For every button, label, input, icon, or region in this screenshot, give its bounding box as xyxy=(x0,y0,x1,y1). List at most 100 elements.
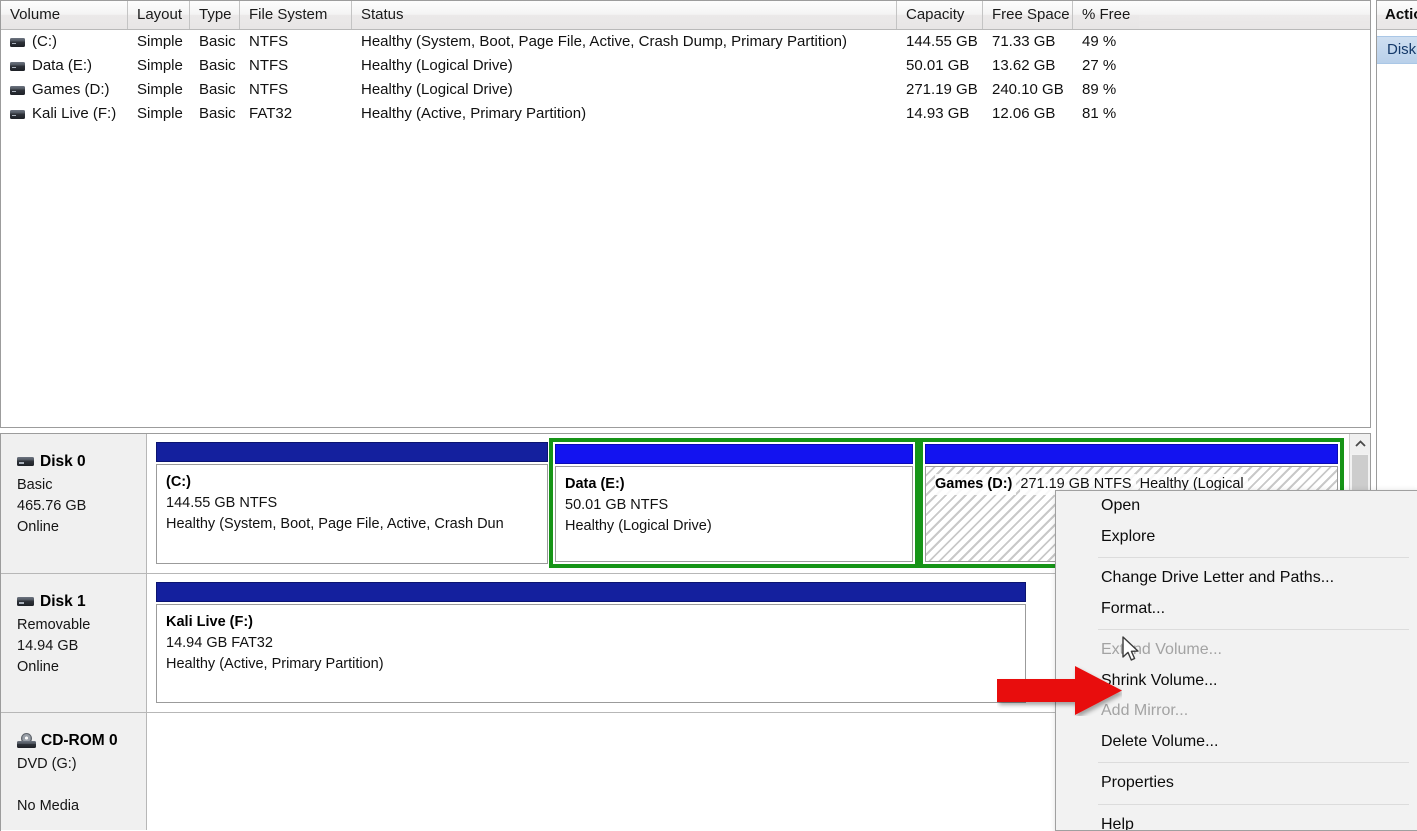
context-menu: Open Explore Change Drive Letter and Pat… xyxy=(1055,490,1417,831)
drive-icon xyxy=(10,109,25,119)
menu-item-shrink-volume[interactable]: Shrink Volume... xyxy=(1056,666,1417,697)
disk-info-disk1[interactable]: Disk 1 Removable 14.94 GB Online xyxy=(1,574,147,712)
cell-volume: (C:) xyxy=(32,33,57,50)
cell-capacity: 271.19 GB xyxy=(906,81,978,98)
column-header-capacity[interactable]: Capacity xyxy=(897,1,983,29)
partition-capacity-bar xyxy=(156,442,548,462)
column-header-type[interactable]: Type xyxy=(190,1,240,29)
menu-separator xyxy=(1098,803,1409,805)
cell-volume: Games (D:) xyxy=(32,81,110,98)
partition-capacity-bar xyxy=(925,444,1338,464)
actions-item-disk-management[interactable]: Disk xyxy=(1377,36,1417,64)
partition-block-data[interactable]: Data (E:) 50.01 GB NTFS Healthy (Logical… xyxy=(555,444,913,562)
chevron-up-icon xyxy=(1354,440,1366,447)
drive-icon xyxy=(10,37,25,47)
cdrom-icon xyxy=(17,733,37,748)
column-header-free-space[interactable]: Free Space xyxy=(983,1,1073,29)
cell-free-space: 71.33 GB xyxy=(992,33,1056,50)
partition-details: Kali Live (F:) 14.94 GB FAT32 Healthy (A… xyxy=(156,604,1026,703)
cell-layout: Simple xyxy=(137,105,183,122)
disk-type: Basic xyxy=(17,477,53,493)
disk-name: Disk 1 xyxy=(40,593,86,610)
table-row[interactable]: Games (D:) Simple Basic NTFS Healthy (Lo… xyxy=(1,78,1370,102)
table-row[interactable]: Kali Live (F:) Simple Basic FAT32 Health… xyxy=(1,102,1370,126)
partition-size-fs: 144.55 GB NTFS xyxy=(166,495,278,511)
cell-free-space: 13.62 GB xyxy=(992,57,1056,74)
partition-name: Data (E:) xyxy=(565,476,625,492)
cell-layout: Simple xyxy=(137,33,183,50)
disk-name: CD-ROM 0 xyxy=(41,732,118,749)
volume-list-pane: Volume Layout Type File System Status Ca… xyxy=(0,0,1371,428)
disk-capacity: 465.76 GB xyxy=(17,498,87,514)
cell-file-system: FAT32 xyxy=(249,105,293,122)
column-header-layout[interactable]: Layout xyxy=(128,1,190,29)
partition-size-fs: 14.94 GB FAT32 xyxy=(166,635,273,651)
partition-name: Games (D:) xyxy=(935,474,1017,495)
cell-percent-free: 89 % xyxy=(1082,81,1117,98)
cell-capacity: 14.93 GB xyxy=(906,105,970,122)
cell-type: Basic xyxy=(199,105,236,122)
cell-status: Healthy (Logical Drive) xyxy=(361,81,513,98)
cell-volume: Data (E:) xyxy=(32,57,93,74)
cell-type: Basic xyxy=(199,57,236,74)
partition-name: Kali Live (F:) xyxy=(166,614,254,630)
disk-state: Online xyxy=(17,519,59,535)
table-row[interactable]: Data (E:) Simple Basic NTFS Healthy (Log… xyxy=(1,54,1370,78)
partition-capacity-bar xyxy=(555,444,913,464)
partition-status: Healthy (System, Boot, Page File, Active… xyxy=(166,516,504,532)
drive-icon xyxy=(10,85,25,95)
volume-list-body: (C:) Simple Basic NTFS Healthy (System, … xyxy=(1,30,1370,427)
disk-info-disk0[interactable]: Disk 0 Basic 465.76 GB Online xyxy=(1,434,147,573)
menu-separator xyxy=(1098,629,1409,630)
partition-status: Healthy (Logical Drive) xyxy=(565,518,712,534)
partition-details: Data (E:) 50.01 GB NTFS Healthy (Logical… xyxy=(555,466,913,562)
partition-block-kali[interactable]: Kali Live (F:) 14.94 GB FAT32 Healthy (A… xyxy=(156,582,1026,703)
disk-management-window: Volume Layout Type File System Status Ca… xyxy=(0,0,1417,831)
disk-state: Online xyxy=(17,659,59,675)
menu-item-change-drive-letter-and-paths[interactable]: Change Drive Letter and Paths... xyxy=(1056,563,1417,594)
cell-percent-free: 81 % xyxy=(1082,105,1117,122)
cell-status: Healthy (Active, Primary Partition) xyxy=(361,105,587,122)
menu-item-delete-volume[interactable]: Delete Volume... xyxy=(1056,727,1417,758)
partition-details: (C:) 144.55 GB NTFS Healthy (System, Boo… xyxy=(156,464,548,564)
cell-status: Healthy (Logical Drive) xyxy=(361,57,513,74)
partition-name: (C:) xyxy=(166,474,191,490)
cell-type: Basic xyxy=(199,33,236,50)
partition-size-fs: 50.01 GB NTFS xyxy=(565,497,669,513)
drive-icon xyxy=(10,61,25,71)
cell-layout: Simple xyxy=(137,81,183,98)
cell-free-space: 12.06 GB xyxy=(992,105,1056,122)
disk-type: DVD (G:) xyxy=(17,756,77,772)
table-row[interactable]: (C:) Simple Basic NTFS Healthy (System, … xyxy=(1,30,1370,54)
menu-item-add-mirror: Add Mirror... xyxy=(1101,702,1189,719)
column-header-status[interactable]: Status xyxy=(352,1,897,29)
partition-capacity-bar xyxy=(156,582,1026,602)
volume-list-header: Volume Layout Type File System Status Ca… xyxy=(1,1,1370,30)
cell-free-space: 240.10 GB xyxy=(992,81,1064,98)
cell-file-system: NTFS xyxy=(249,81,289,98)
column-header-percent-free[interactable]: % Free xyxy=(1073,1,1139,29)
cell-file-system: NTFS xyxy=(249,33,289,50)
menu-item-open[interactable]: Open xyxy=(1056,491,1417,522)
menu-separator xyxy=(1098,762,1409,763)
scroll-up-button[interactable] xyxy=(1350,434,1370,454)
cell-percent-free: 27 % xyxy=(1082,57,1117,74)
cell-capacity: 144.55 GB xyxy=(906,33,978,50)
column-header-volume[interactable]: Volume xyxy=(1,1,128,29)
partition-block-c[interactable]: (C:) 144.55 GB NTFS Healthy (System, Boo… xyxy=(156,442,548,564)
partition-status: Healthy (Active, Primary Partition) xyxy=(166,656,384,672)
menu-item-explore[interactable]: Explore xyxy=(1056,522,1417,553)
column-header-file-system[interactable]: File System xyxy=(240,1,352,29)
cell-file-system: NTFS xyxy=(249,57,289,74)
menu-item-properties[interactable]: Properties xyxy=(1056,768,1417,799)
menu-item-format[interactable]: Format... xyxy=(1056,594,1417,625)
disk-state: No Media xyxy=(17,798,80,814)
cell-volume: Kali Live (F:) xyxy=(32,105,117,122)
menu-item-help[interactable]: Help xyxy=(1056,810,1417,831)
disk-info-cdrom0[interactable]: CD-ROM 0 DVD (G:) No Media xyxy=(1,713,147,830)
menu-item-extend-volume: Extend Volume... xyxy=(1101,641,1222,658)
disk-name: Disk 0 xyxy=(40,453,86,470)
cell-percent-free: 49 % xyxy=(1082,33,1117,50)
disk-type: Removable xyxy=(17,617,91,633)
cell-type: Basic xyxy=(199,81,236,98)
